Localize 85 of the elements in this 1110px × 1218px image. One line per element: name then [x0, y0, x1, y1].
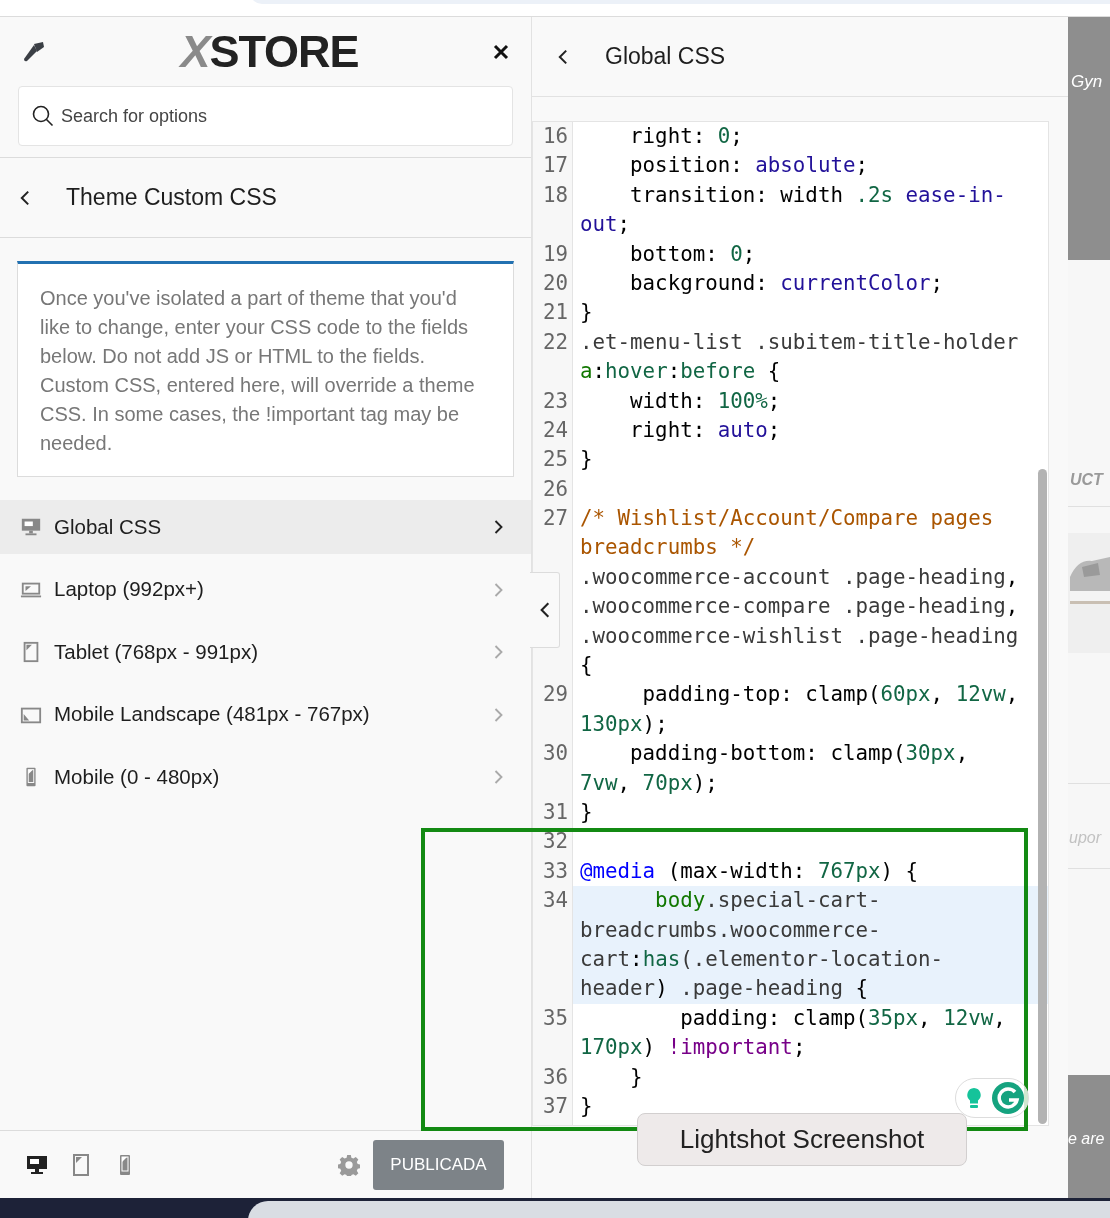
chevron-right-icon: [494, 644, 503, 660]
menu-item[interactable]: Global CSS: [0, 500, 531, 554]
menu-item[interactable]: Mobile Landscape (481px - 767px): [0, 687, 531, 742]
line-number: 21: [542, 300, 568, 325]
xstore-logo: XSTORE: [180, 29, 359, 74]
chevron-right-icon: [494, 706, 503, 723]
menu-item[interactable]: Laptop (992px+): [0, 562, 531, 617]
code-line: @media (max-width: 767px) {: [580, 857, 919, 885]
tooltip: Lightshot Screenshot: [637, 1113, 967, 1166]
code-line: padding-bottom: clamp(30px,: [629, 740, 969, 768]
code-editor[interactable]: [532, 121, 1049, 1126]
line-number: 31: [542, 800, 568, 824]
code-line: transition: width .2s ease-in-: [629, 181, 1006, 209]
line-number: 35: [542, 1005, 568, 1030]
line-number: 17: [542, 153, 568, 178]
code-line: 130px);: [580, 710, 668, 738]
scrollbar-thumb[interactable]: [1038, 469, 1047, 1124]
panel-title: Global CSS: [605, 42, 726, 72]
code-line: padding: clamp(35px, 12vw,: [679, 1004, 1006, 1032]
code-line: right: auto;: [629, 416, 781, 444]
chevron-right-icon: [494, 519, 503, 535]
code-line: cart:has(.elementor-location-: [580, 945, 944, 973]
line-number: 32: [542, 829, 568, 854]
code-line: background: currentColor;: [629, 269, 944, 297]
chevron-left-icon: [539, 601, 550, 619]
search-field[interactable]: Search for options: [18, 86, 513, 146]
line-number: 37: [542, 1093, 568, 1118]
line-number: 20: [542, 270, 568, 295]
code-line: }: [629, 1063, 643, 1091]
line-number: 33: [542, 858, 568, 883]
code-line: bottom: 0;: [629, 240, 756, 268]
line-number: 18: [542, 182, 568, 207]
description-text: Once you've isolated a part of theme that you'd like to change, enter your CSS code to the fields below. Do not add JS or HTML to the fields. Custom CSS, entered here, will override a theme CSS. In some cases, the !important tag may be needed.: [40, 286, 476, 456]
banner-text: Gyn: [1071, 72, 1103, 91]
code-line: .et-menu-list .subitem-title-holder: [580, 328, 1019, 356]
chevron-right-icon: [494, 581, 503, 598]
paintbrush-icon: [22, 40, 46, 63]
settings-icon[interactable]: [338, 1153, 360, 1176]
code-line: out;: [580, 211, 631, 239]
search-icon: [32, 105, 54, 127]
code-line: position: absolute;: [629, 152, 868, 180]
line-number: 25: [542, 447, 568, 472]
code-line: breadcrumbs.woocommerce-: [580, 916, 881, 944]
code-line: {: [580, 652, 593, 680]
code-line: 7vw, 70px);: [580, 769, 718, 797]
code-line: a:hover:before {: [580, 358, 781, 386]
code-line: right: 0;: [629, 123, 743, 150]
line-number: 27: [542, 506, 568, 531]
code-line: .woocommerce-wishlist .page-heading: [580, 622, 1019, 650]
back-chevron-icon: [558, 48, 568, 65]
monitor-icon: [20, 516, 42, 538]
line-number: 34: [542, 888, 568, 913]
code-line: .woocommerce-account .page-heading,: [580, 563, 1019, 591]
line-number: 22: [542, 329, 568, 354]
code-line: padding-top: clamp(60px, 12vw,: [641, 681, 1019, 709]
code-line: 170px) !important;: [580, 1034, 806, 1062]
banner-text: e are: [1068, 1130, 1105, 1147]
code-line: }: [580, 1092, 593, 1120]
line-number: 24: [542, 417, 568, 442]
line-number: 30: [542, 741, 568, 766]
line-number: 36: [542, 1064, 568, 1089]
collapse-sidebar-button[interactable]: [530, 572, 560, 648]
chevron-right-icon: [494, 769, 503, 785]
line-number: 19: [542, 241, 568, 266]
line-number: 23: [542, 388, 568, 413]
code-line: body.special-cart-: [654, 887, 881, 915]
line-number: 16: [542, 124, 568, 148]
code-line: }: [580, 299, 593, 327]
grammar-assistant-icon[interactable]: [991, 1081, 1025, 1115]
code-line: breadcrumbs */: [580, 534, 756, 562]
close-icon[interactable]: [493, 43, 509, 60]
section-title: Theme Custom CSS: [66, 183, 277, 213]
line-number: 26: [542, 476, 568, 501]
code-line: /* Wishlist/Account/Compare pages: [580, 505, 994, 533]
code-line: width: 100%;: [629, 387, 781, 415]
back-chevron-icon: [20, 189, 30, 206]
code-line: header) .page-heading {: [580, 975, 868, 1003]
menu-item[interactable]: Mobile (0 - 480px): [0, 750, 531, 804]
line-number: 29: [542, 682, 568, 707]
preview-heading: UCT: [1069, 470, 1105, 490]
publish-button[interactable]: PUBLICADA: [373, 1139, 504, 1190]
code-line: }: [580, 799, 593, 826]
code-line: .woocommerce-compare .page-heading,: [580, 593, 1019, 621]
menu-item[interactable]: Tablet (768px - 991px): [0, 625, 531, 679]
code-line: }: [580, 446, 593, 474]
